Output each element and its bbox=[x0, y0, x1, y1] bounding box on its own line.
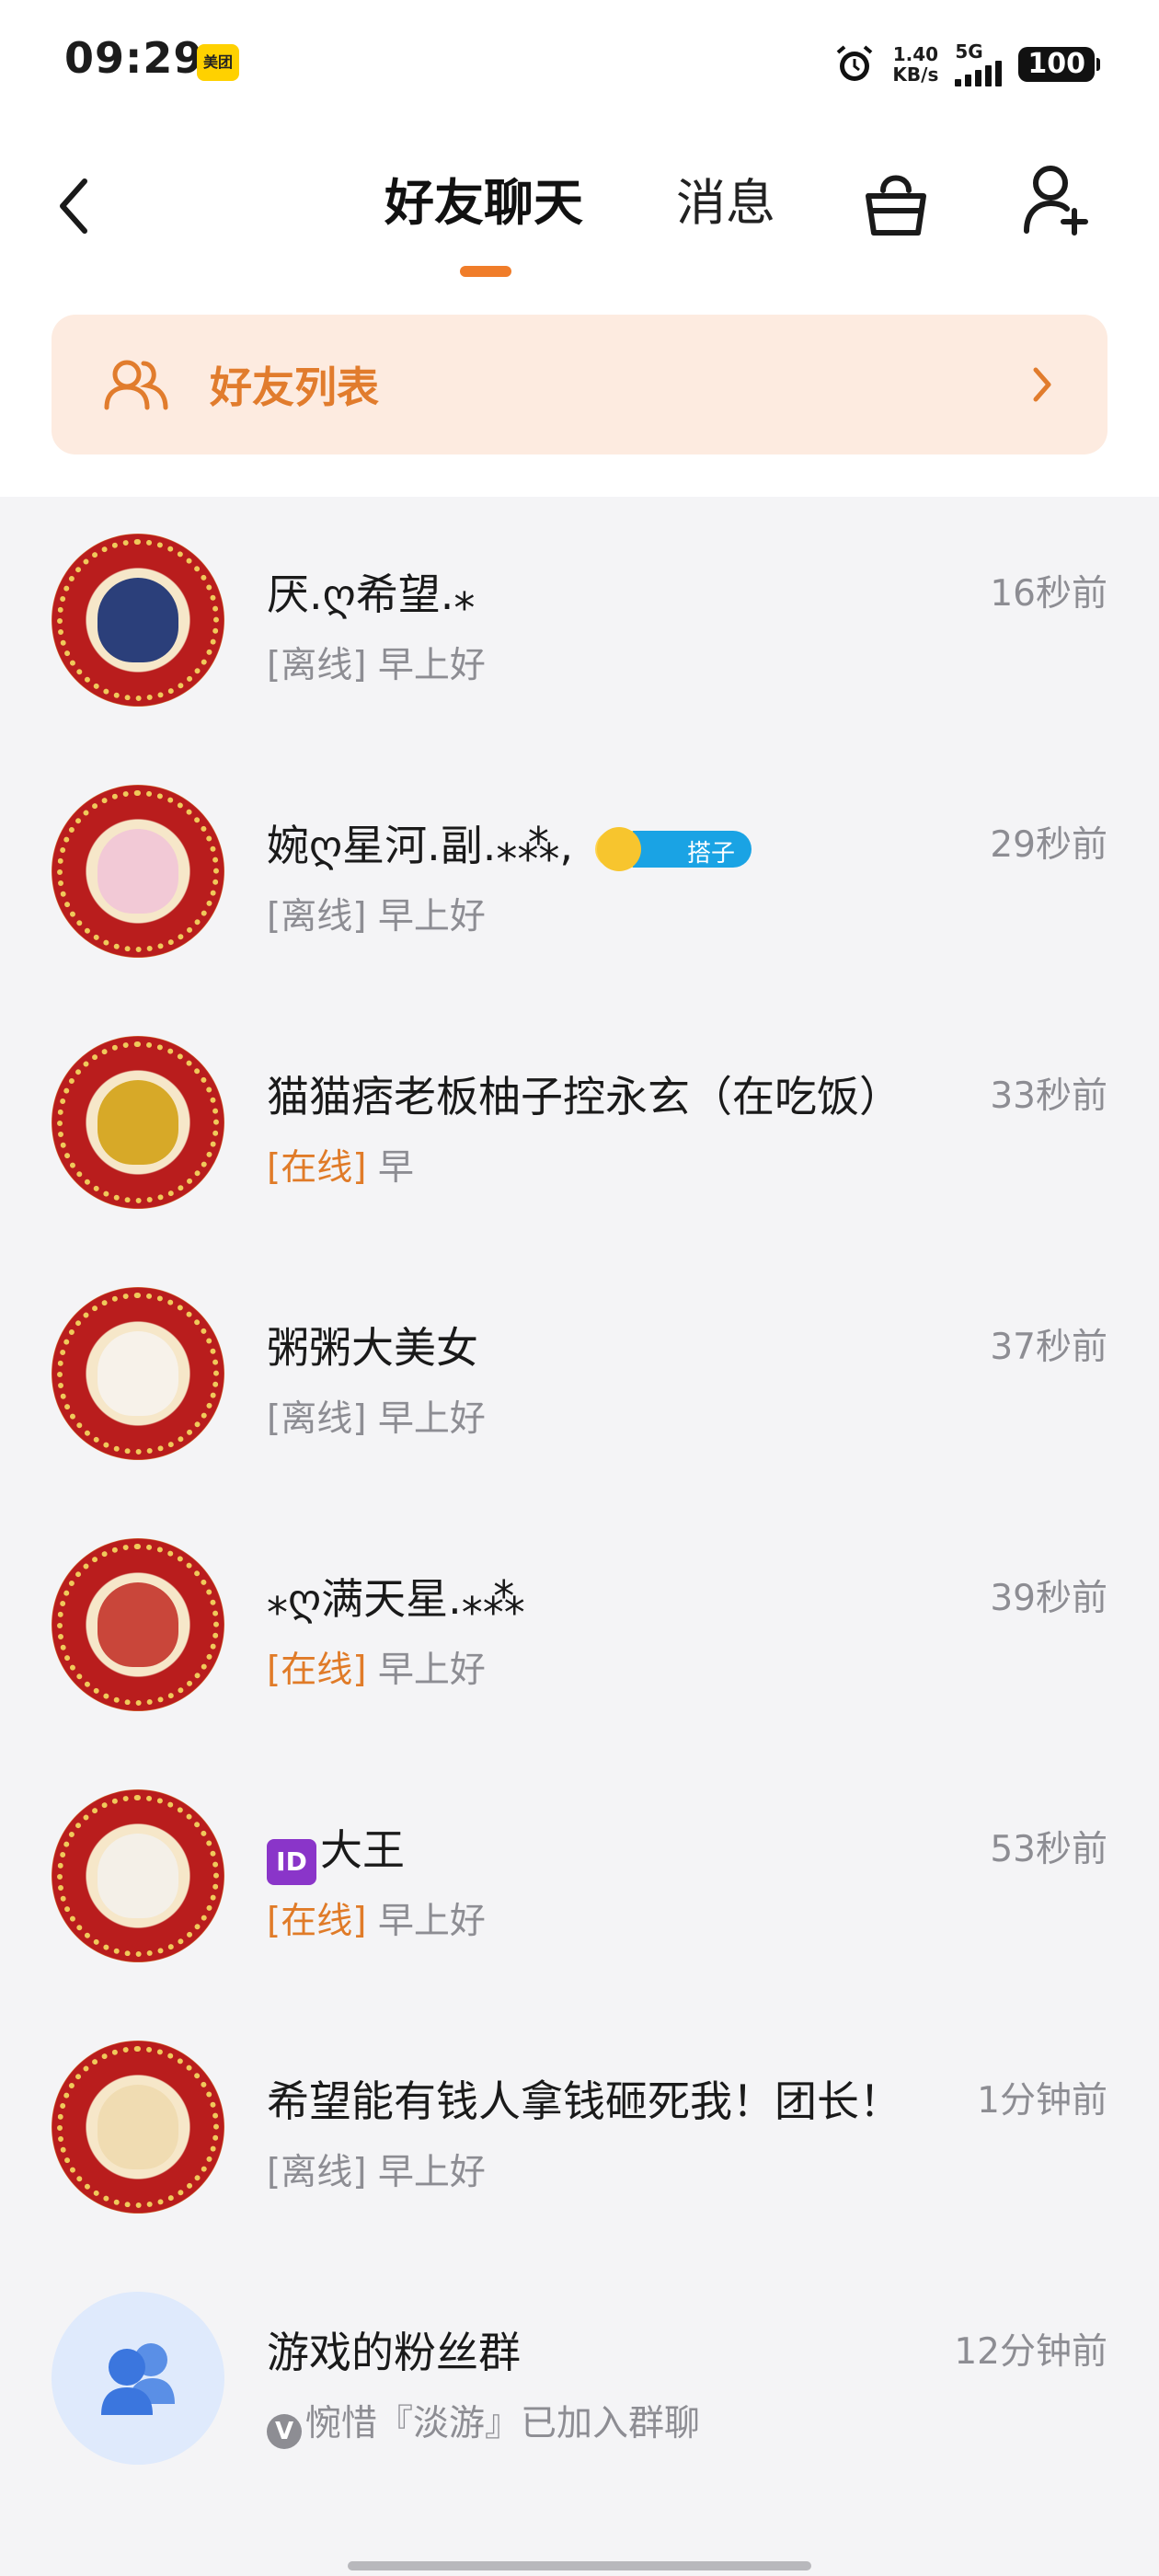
presence-status: [离线] bbox=[267, 896, 367, 937]
alarm-icon bbox=[837, 45, 873, 81]
avatar bbox=[52, 1287, 224, 1460]
chat-name: 婉ღ星河.副.⁎⁂, 搭子 bbox=[267, 812, 752, 873]
tag-badge: 搭子 bbox=[595, 826, 752, 871]
status-bar: 09:29 美团 1.40 KB/s 5G 100 bbox=[0, 0, 1159, 124]
chat-time: 12分钟前 bbox=[954, 2331, 1107, 2373]
emoji-icon bbox=[597, 826, 642, 871]
chat-row[interactable]: 游戏的粉丝群 12分钟前 V 惋惜『淡游』已加入群聊 bbox=[0, 2255, 1159, 2506]
chat-row[interactable]: 猫猫痞老板柚子控永玄（在吃饭） 33秒前 [在线] 早 bbox=[0, 999, 1159, 1250]
tab-messages[interactable]: 消息 bbox=[676, 168, 775, 238]
chat-row[interactable]: ⁎ღ满天星.⁎⁂ 39秒前 [在线] 早上好 bbox=[0, 1501, 1159, 1753]
header: 好友聊天 消息 好友列表 bbox=[0, 124, 1159, 497]
avatar bbox=[52, 534, 224, 707]
chat-name: 粥粥大美女 bbox=[267, 1323, 478, 1373]
avatar bbox=[52, 785, 224, 958]
home-indicator[interactable] bbox=[348, 2561, 811, 2570]
chat-name: ⁎ღ满天星.⁎⁂ bbox=[267, 1574, 525, 1624]
id-badge: ID bbox=[267, 1839, 316, 1885]
chat-preview: [离线] 早上好 bbox=[267, 1390, 486, 1442]
tab-friend-chat[interactable]: 好友聊天 bbox=[384, 168, 583, 238]
chat-time: 37秒前 bbox=[990, 1327, 1107, 1368]
status-time: 09:29 bbox=[64, 33, 204, 83]
tag-label: 搭子 bbox=[687, 839, 736, 868]
chat-list: 厌.ღ希望.⁎ 16秒前 [离线] 早上好 婉ღ星河.副.⁎⁂, 搭子 29秒前 … bbox=[0, 497, 1159, 2506]
chat-time: 39秒前 bbox=[990, 1578, 1107, 1619]
chat-preview: [在线] 早上好 bbox=[267, 1892, 486, 1944]
chat-name: 厌.ღ希望.⁎ bbox=[267, 569, 476, 619]
presence-status: [在线] bbox=[267, 1901, 367, 1942]
chat-preview: [在线] 早 bbox=[267, 1139, 414, 1190]
last-message: 惋惜『淡游』已加入群聊 bbox=[305, 2403, 701, 2444]
chat-time: 53秒前 bbox=[990, 1829, 1107, 1870]
presence-status: [在线] bbox=[267, 1147, 367, 1189]
chat-preview: [在线] 早上好 bbox=[267, 1641, 486, 1693]
signal-indicator: 5G bbox=[955, 40, 1003, 86]
add-friend-icon[interactable] bbox=[1021, 163, 1091, 238]
chat-name: ID 大王 bbox=[267, 1817, 405, 1885]
last-message: 早上好 bbox=[377, 645, 486, 686]
friend-list-label: 好友列表 bbox=[210, 362, 379, 412]
chat-preview: [离线] 早上好 bbox=[267, 888, 486, 939]
presence-status: [在线] bbox=[267, 1650, 367, 1691]
chat-time: 33秒前 bbox=[990, 1075, 1107, 1117]
chat-name-text: 婉ღ星河.副.⁎⁂, bbox=[267, 821, 574, 870]
presence-status: [离线] bbox=[267, 1398, 367, 1440]
basket-icon[interactable] bbox=[863, 163, 929, 240]
network-type: 5G bbox=[955, 40, 983, 63]
meituan-app-icon: 美团 bbox=[197, 44, 239, 81]
avatar bbox=[52, 1036, 224, 1209]
chat-time: 29秒前 bbox=[990, 824, 1107, 866]
status-icons: 1.40 KB/s 5G 100 bbox=[833, 39, 1100, 90]
signal-bars-icon bbox=[955, 61, 1003, 86]
net-speed-unit: KB/s bbox=[892, 63, 939, 86]
chat-row[interactable]: 希望能有钱人拿钱砸死我！团长！ 1分钟前 [离线] 早上好 bbox=[0, 2004, 1159, 2255]
chat-time: 1分钟前 bbox=[977, 2080, 1107, 2122]
chat-name-text: 大王 bbox=[320, 1825, 405, 1875]
chat-row[interactable]: 厌.ღ希望.⁎ 16秒前 [离线] 早上好 bbox=[0, 497, 1159, 748]
chevron-right-icon bbox=[1033, 367, 1051, 402]
chat-name: 猫猫痞老板柚子控永玄（在吃饭） bbox=[267, 1072, 901, 1121]
v-badge-icon: V bbox=[267, 2414, 302, 2449]
last-message: 早上好 bbox=[377, 1398, 486, 1440]
chat-row[interactable]: ID 大王 53秒前 [在线] 早上好 bbox=[0, 1753, 1159, 2004]
chat-name: 游戏的粉丝群 bbox=[267, 2328, 521, 2377]
friend-list-button[interactable]: 好友列表 bbox=[52, 315, 1107, 454]
avatar bbox=[52, 1538, 224, 1711]
chat-time: 16秒前 bbox=[990, 573, 1107, 615]
last-message: 早 bbox=[377, 1147, 414, 1189]
presence-status: [离线] bbox=[267, 2152, 367, 2193]
chat-preview: [离线] 早上好 bbox=[267, 2144, 486, 2195]
chat-preview: [离线] 早上好 bbox=[267, 637, 486, 688]
last-message: 早上好 bbox=[377, 1901, 486, 1942]
active-tab-indicator bbox=[460, 266, 511, 277]
last-message: 早上好 bbox=[377, 896, 486, 937]
presence-status: [离线] bbox=[267, 645, 367, 686]
last-message: 早上好 bbox=[377, 2152, 486, 2193]
group-icon bbox=[101, 2343, 175, 2415]
chat-row[interactable]: 粥粥大美女 37秒前 [离线] 早上好 bbox=[0, 1250, 1159, 1501]
net-speed-value: 1.40 bbox=[892, 43, 939, 65]
back-arrow-icon[interactable] bbox=[53, 174, 94, 238]
last-message: 早上好 bbox=[377, 1650, 486, 1691]
net-speed: 1.40 KB/s bbox=[892, 44, 938, 85]
avatar bbox=[52, 1789, 224, 1962]
friends-icon bbox=[104, 360, 168, 410]
group-avatar bbox=[52, 2292, 224, 2465]
chat-row[interactable]: 婉ღ星河.副.⁎⁂, 搭子 29秒前 [离线] 早上好 bbox=[0, 748, 1159, 999]
avatar bbox=[52, 2041, 224, 2214]
chat-name: 希望能有钱人拿钱砸死我！团长！ bbox=[267, 2076, 901, 2126]
chat-preview: V 惋惜『淡游』已加入群聊 bbox=[267, 2395, 700, 2449]
battery-indicator: 100 bbox=[1018, 47, 1100, 82]
